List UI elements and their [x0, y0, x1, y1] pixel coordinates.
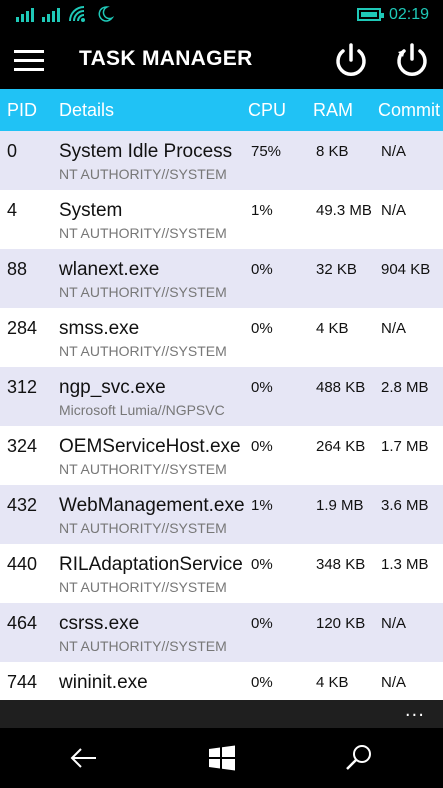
commit-cell: 3.6 MB — [381, 497, 429, 514]
cpu-cell: 0% — [251, 320, 273, 337]
restart-button[interactable] — [392, 40, 432, 80]
pid-cell: 432 — [7, 495, 38, 515]
back-button[interactable] — [68, 742, 100, 774]
app-bar: ... — [0, 700, 443, 728]
cpu-cell: 0% — [251, 674, 273, 691]
process-name: smss.exe — [59, 318, 140, 339]
process-name: WebManagement.exe — [59, 495, 244, 516]
ram-cell: 264 KB — [316, 438, 366, 455]
table-row[interactable]: 284 smss.exe NT AUTHORITY//SYSTEM 0% 4 KB N/A — [0, 308, 443, 367]
table-row[interactable]: 324 OEMServiceHost.exe NT AUTHORITY//SYSTE… — [0, 426, 443, 485]
process-owner: NT AUTHORITY//SYSTEM — [59, 284, 227, 300]
process-name: wlanext.exe — [59, 259, 160, 280]
wifi-icon — [69, 6, 85, 22]
ram-cell: 4 KB — [316, 674, 349, 691]
cpu-cell: 0% — [251, 379, 273, 396]
process-name: RILAdaptationService — [59, 554, 243, 575]
table-row[interactable]: 432 WebManagement.exe NT AUTHORITY//SYSTEM… — [0, 485, 443, 544]
ram-cell: 488 KB — [316, 379, 366, 396]
pid-cell: 0 — [7, 141, 18, 161]
signal-icon — [16, 8, 34, 22]
commit-cell: N/A — [381, 202, 407, 219]
commit-cell: 904 KB — [381, 261, 431, 278]
cpu-cell: 0% — [251, 261, 273, 278]
commit-cell: N/A — [381, 674, 407, 691]
table-row[interactable]: 88 wlanext.exe NT AUTHORITY//SYSTEM 0% 32 KB… — [0, 249, 443, 308]
back-arrow-icon — [70, 748, 96, 768]
pid-cell: 88 — [7, 259, 28, 279]
column-header: PID Details CPU RAM Commit — [0, 89, 443, 131]
windows-logo-icon — [209, 745, 235, 771]
ram-cell: 1.9 MB — [316, 497, 364, 514]
clock: 02:19 — [388, 6, 429, 23]
cpu-cell: 1% — [251, 497, 273, 514]
table-row[interactable]: 312 ngp_svc.exe Microsoft Lumia//NGPSVC 0% 4… — [0, 367, 443, 426]
moon-icon — [98, 6, 114, 22]
pid-cell: 324 — [7, 436, 38, 456]
cpu-cell: 0% — [251, 438, 273, 455]
commit-cell: N/A — [381, 615, 407, 632]
process-name: System — [59, 200, 123, 221]
commit-cell: N/A — [381, 320, 407, 337]
process-owner: NT AUTHORITY//SYSTEM — [59, 520, 227, 536]
table-row[interactable]: 4 System NT AUTHORITY//SYSTEM 1% 49.3 MB N/A — [0, 190, 443, 249]
ram-cell: 4 KB — [316, 320, 349, 337]
column-pid[interactable]: PID — [7, 100, 37, 121]
process-name: csrss.exe — [59, 613, 140, 634]
process-name: ngp_svc.exe — [59, 377, 166, 398]
power-button[interactable] — [331, 40, 371, 80]
column-commit[interactable]: Commit — [378, 100, 440, 121]
process-owner: NT AUTHORITY//SYSTEM — [59, 166, 227, 182]
table-row[interactable]: 0 System Idle Process NT AUTHORITY//SYSTEM… — [0, 131, 443, 190]
table-row[interactable]: 440 RILAdaptationService NT AUTHORITY//SYS… — [0, 544, 443, 603]
process-owner: NT AUTHORITY//SYSTEM — [59, 579, 227, 595]
process-owner: NT AUTHORITY//SYSTEM — [59, 638, 227, 654]
ram-cell: 120 KB — [316, 615, 366, 632]
ram-cell: 32 KB — [316, 261, 357, 278]
process-owner: NT AUTHORITY//SYSTEM — [59, 343, 227, 359]
cpu-cell: 75% — [251, 143, 282, 160]
app-header: TASK MANAGER — [0, 30, 443, 89]
process-name: wininit.exe — [59, 672, 148, 693]
process-owner: NT AUTHORITY//SYSTEM — [59, 225, 227, 241]
commit-cell: N/A — [381, 143, 407, 160]
process-name: System Idle Process — [59, 141, 233, 162]
navigation-bar — [0, 728, 443, 788]
process-owner: NT AUTHORITY//SYSTEM — [59, 461, 227, 477]
column-details[interactable]: Details — [59, 100, 114, 121]
page-title: TASK MANAGER — [79, 47, 253, 70]
power-icon — [336, 43, 366, 76]
pid-cell: 464 — [7, 613, 38, 633]
restart-icon — [397, 43, 427, 76]
column-cpu[interactable]: CPU — [248, 100, 286, 121]
signal-icon — [42, 8, 60, 22]
cpu-cell: 0% — [251, 556, 273, 573]
pid-cell: 284 — [7, 318, 38, 338]
more-button[interactable]: ... — [405, 700, 425, 721]
cpu-cell: 1% — [251, 202, 273, 219]
pid-cell: 4 — [7, 200, 18, 220]
table-row[interactable]: 464 csrss.exe NT AUTHORITY//SYSTEM 0% 120 KB… — [0, 603, 443, 662]
process-list[interactable]: 0 System Idle Process NT AUTHORITY//SYSTEM… — [0, 131, 443, 700]
hamburger-icon[interactable] — [14, 50, 46, 72]
ram-cell: 348 KB — [316, 556, 366, 573]
pid-cell: 744 — [7, 672, 38, 692]
commit-cell: 2.8 MB — [381, 379, 429, 396]
table-row[interactable]: 744wininit.exeNT AUTHORITY//SYSTEM0%4 KB… — [0, 662, 443, 700]
commit-cell: 1.7 MB — [381, 438, 429, 455]
status-bar: 02:19 — [0, 0, 443, 30]
pid-cell: 440 — [7, 554, 38, 574]
battery-icon — [357, 8, 384, 21]
pid-cell: 312 — [7, 377, 38, 397]
ram-cell: 8 KB — [316, 143, 349, 160]
cpu-cell: 0% — [251, 615, 273, 632]
commit-cell: 1.3 MB — [381, 556, 429, 573]
search-button[interactable] — [343, 742, 375, 774]
process-owner: Microsoft Lumia//NGPSVC — [59, 402, 225, 418]
column-ram[interactable]: RAM — [313, 100, 353, 121]
start-button[interactable] — [206, 742, 238, 774]
ram-cell: 49.3 MB — [316, 202, 372, 219]
search-icon — [346, 745, 371, 770]
process-name: OEMServiceHost.exe — [59, 436, 241, 457]
